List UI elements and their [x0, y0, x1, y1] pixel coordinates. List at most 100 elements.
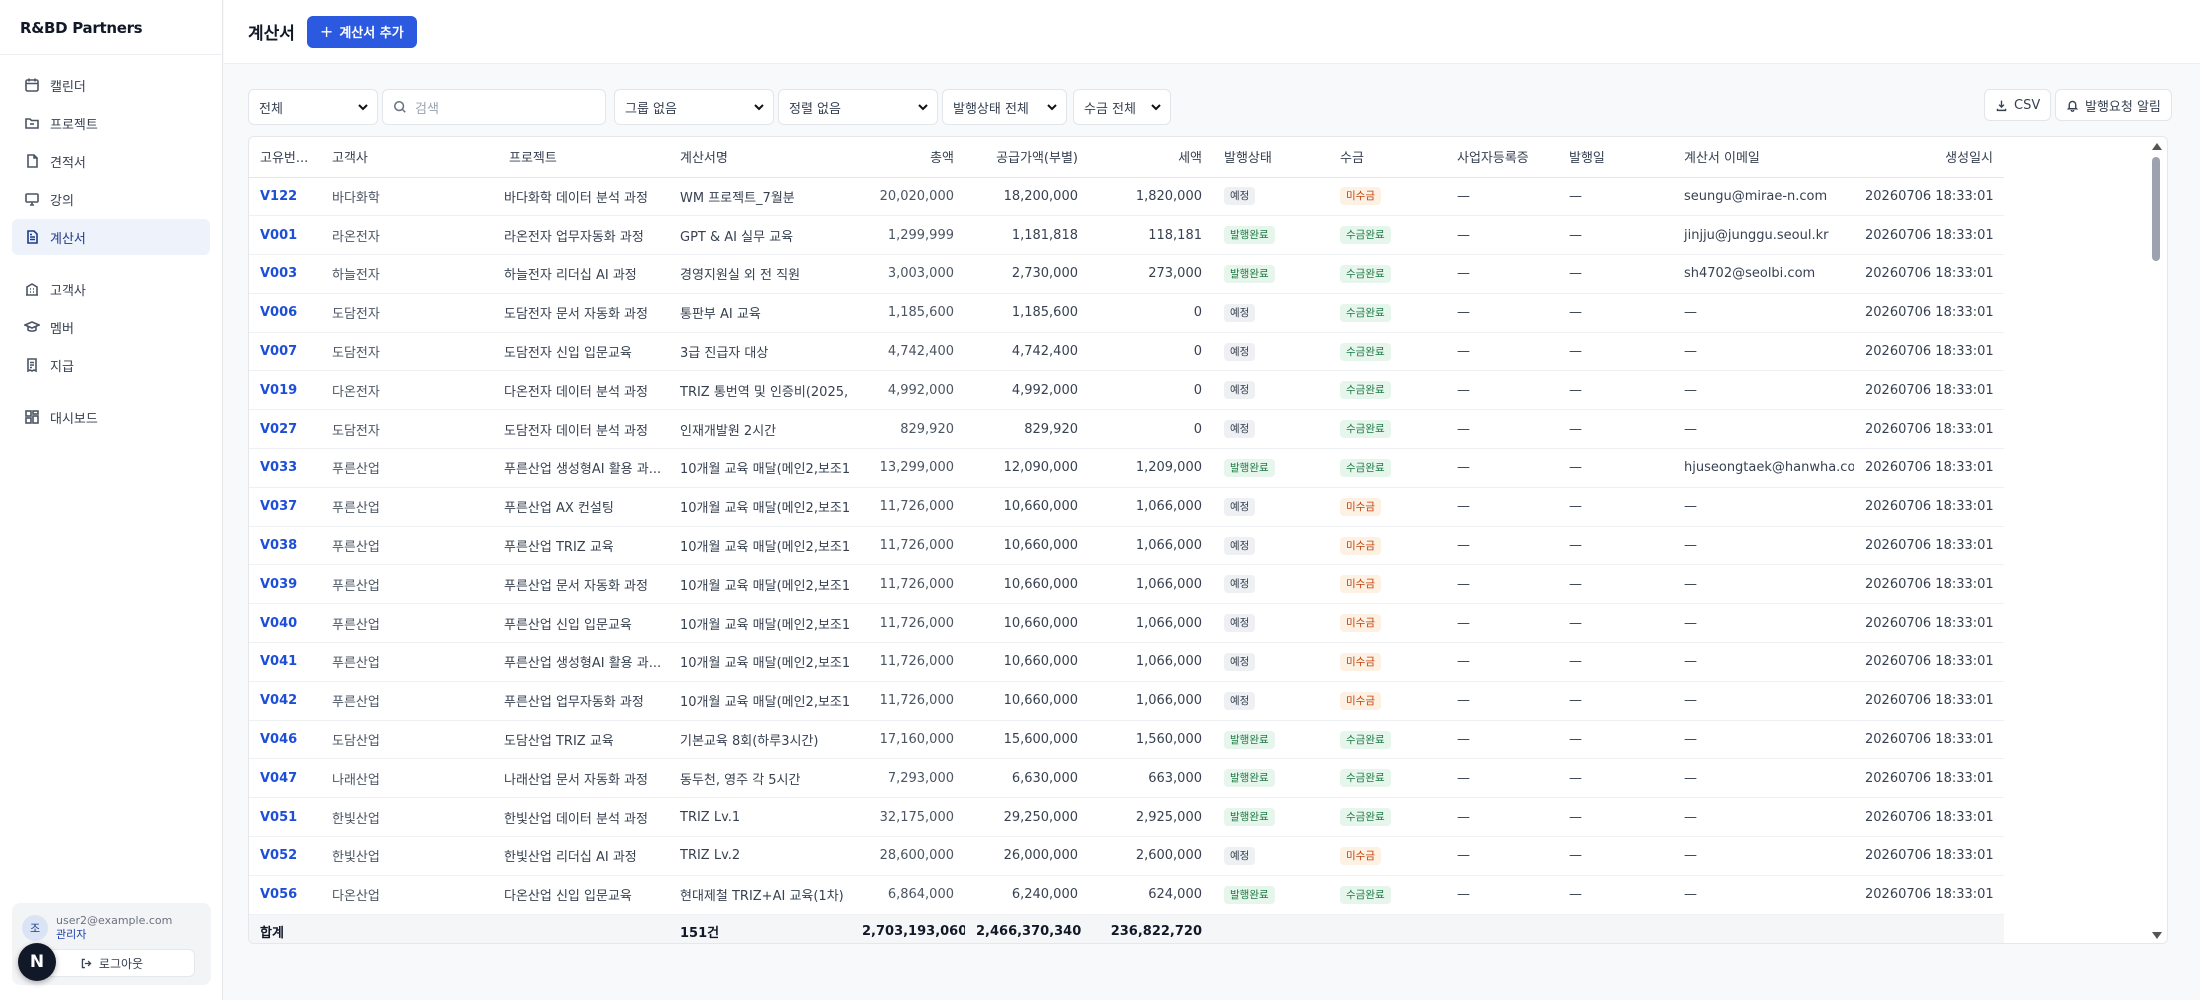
tax-cell: 1,066,000: [1089, 642, 1213, 682]
issue-request-notify-button[interactable]: 발행요청 알림: [2055, 89, 2172, 121]
table-row[interactable]: V006 도담전자 도담전자 문서 자동화 과정 통판부 AI 교육 1,185,600…: [249, 293, 2004, 333]
column-header[interactable]: 총액: [851, 137, 965, 178]
table-row[interactable]: V027 도담전자 도담전자 데이터 분석 과정 인재개발원 2시간 829,920 82…: [249, 409, 2004, 450]
issue-status-select[interactable]: 발행상태 전체: [942, 89, 1067, 125]
table-row[interactable]: V042 푸른산업 푸른산업 업무자동화 과정 10개월 교육 매달(메인2,보조1)…: [249, 681, 2004, 721]
vertical-scrollbar[interactable]: [2147, 137, 2167, 943]
add-invoice-button[interactable]: + 계산서 추가: [306, 15, 417, 48]
table-row[interactable]: V039 푸른산업 푸른산업 문서 자동화 과정 10개월 교육 매달(메인2,보조1…: [249, 564, 2004, 605]
table-row[interactable]: V019 다온전자 다온전자 데이터 분석 과정 TRIZ 통번역 및 인증비(202…: [249, 370, 2004, 411]
column-header[interactable]: 사업자등록증: [1446, 137, 1558, 178]
next-dev-badge[interactable]: N: [18, 943, 56, 981]
sort-select[interactable]: 정렬 없음: [778, 89, 938, 125]
status-badge: 발행완료: [1224, 769, 1275, 788]
invoice-email-cell: —: [1673, 564, 1854, 605]
collection-cell: 미수금: [1329, 836, 1446, 876]
invoice-id-link[interactable]: V039: [249, 564, 321, 605]
table-row[interactable]: V038 푸른산업 푸른산업 TRIZ 교육 10개월 교육 매달(메인2,보조1) 1…: [249, 526, 2004, 566]
client-cell: 다온산업: [321, 875, 493, 915]
table-row[interactable]: V046 도담산업 도담산업 TRIZ 교육 기본교육 8회(하루3시간) 17,160…: [249, 720, 2004, 760]
invoice-email-cell: —: [1673, 797, 1854, 838]
column-header[interactable]: 발행일: [1558, 137, 1673, 178]
table-row[interactable]: V001 라온전자 라온전자 업무자동화 과정 GPT & AI 실무 교육 1,299…: [249, 215, 2004, 256]
column-header[interactable]: 계산서 이메일: [1673, 137, 1854, 178]
supply-cell: 12,090,000: [965, 448, 1089, 488]
invoice-id-link[interactable]: V038: [249, 526, 321, 566]
invoice-email-cell: —: [1673, 409, 1854, 450]
table-row[interactable]: V037 푸른산업 푸른산업 AX 컨설팅 10개월 교육 매달(메인2,보조1) 11…: [249, 487, 2004, 527]
status-badge: 예정: [1224, 614, 1256, 633]
scrollbar-thumb[interactable]: [2152, 157, 2160, 261]
group-select[interactable]: 그룹 없음: [614, 89, 774, 125]
created-at-cell: 20260706 18:33:01: [1854, 293, 2004, 333]
total-cell: 6,864,000: [851, 875, 965, 915]
brand-logo: R&BD Partners: [0, 0, 222, 55]
collection-badge: 미수금: [1340, 652, 1381, 671]
invoice-id-link[interactable]: V037: [249, 487, 321, 527]
invoice-id-link[interactable]: V019: [249, 370, 321, 411]
invoice-id-link[interactable]: V056: [249, 875, 321, 915]
table-row[interactable]: V056 다온산업 다온산업 신입 입문교육 현대제철 TRIZ+AI 교육(1차) 6…: [249, 875, 2004, 915]
table-row[interactable]: V041 푸른산업 푸른산업 생성형AI 활용 과... 10개월 교육 매달(메인2…: [249, 642, 2004, 682]
column-header[interactable]: 공급가액(부별): [965, 137, 1089, 178]
invoice-id-link[interactable]: V001: [249, 215, 321, 256]
column-header[interactable]: 고유번...: [249, 137, 321, 178]
invoice-id-link[interactable]: V040: [249, 603, 321, 644]
column-header[interactable]: 생성일시: [1854, 137, 2004, 178]
invoice-id-link[interactable]: V047: [249, 758, 321, 799]
csv-export-button[interactable]: CSV: [1984, 89, 2052, 121]
invoice-id-link[interactable]: V033: [249, 448, 321, 488]
sidebar-item-clients[interactable]: 고객사: [12, 271, 210, 307]
column-header[interactable]: 수금: [1329, 137, 1446, 178]
invoice-id-link[interactable]: V006: [249, 293, 321, 333]
invoice-id-link[interactable]: V041: [249, 642, 321, 682]
sidebar-item-payments[interactable]: 지급: [12, 347, 210, 383]
table-row[interactable]: V122 바다화학 바다화학 데이터 분석 과정 WM 프로젝트_7월분 20,020,…: [249, 177, 2004, 217]
tax-cell: 624,000: [1089, 875, 1213, 915]
table-row[interactable]: V052 한빛산업 한빛산업 리더십 AI 과정 TRIZ Lv.2 28,600,00…: [249, 836, 2004, 876]
sidebar-item-projects[interactable]: 프로젝트: [12, 105, 210, 141]
business-cert-cell: —: [1446, 720, 1558, 760]
table-row[interactable]: V007 도담전자 도담전자 신입 입문교육 3급 진급자 대상 4,742,400 4,…: [249, 332, 2004, 372]
invoice-id-link[interactable]: V051: [249, 797, 321, 838]
table-row[interactable]: V033 푸른산업 푸른산업 생성형AI 활용 과... 10개월 교육 매달(메인2…: [249, 448, 2004, 488]
table-header-row: 고유번... 고객사 프로젝트 계산서명 총액 공급가액(부별) 세액 발행상태 수금 사업자등록…: [249, 137, 2004, 178]
column-header[interactable]: 세액: [1089, 137, 1213, 178]
collection-select-value: 수금 전체: [1084, 101, 1136, 117]
business-cert-cell: —: [1446, 836, 1558, 876]
column-header[interactable]: 프로젝트: [493, 137, 669, 178]
column-header[interactable]: 고객사: [321, 137, 493, 178]
invoice-id-link[interactable]: V027: [249, 409, 321, 450]
sidebar-item-dashboard[interactable]: 대시보드: [12, 399, 210, 435]
search-input[interactable]: 검색: [382, 89, 606, 125]
table-row[interactable]: V040 푸른산업 푸른산업 신입 입문교육 10개월 교육 매달(메인2,보조1) 1…: [249, 603, 2004, 644]
collection-select[interactable]: 수금 전체: [1073, 89, 1171, 125]
sidebar-item-members[interactable]: 멤버: [12, 309, 210, 345]
invoice-id-link[interactable]: V003: [249, 254, 321, 294]
table-row[interactable]: V003 하늘전자 하늘전자 리더십 AI 과정 경영지원실 외 전 직원 3,003,…: [249, 254, 2004, 294]
collection-badge: 수금완료: [1340, 730, 1391, 749]
invoice-id-link[interactable]: V007: [249, 332, 321, 372]
sidebar-item-quotes[interactable]: 견적서: [12, 143, 210, 179]
sidebar-item-invoices[interactable]: 계산서: [12, 219, 210, 255]
scroll-down-arrow-icon[interactable]: [2152, 932, 2162, 939]
project-cell: 한빛산업 리더십 AI 과정: [493, 836, 669, 876]
sidebar-item-label: 대시보드: [50, 411, 98, 427]
scope-select[interactable]: 전체: [248, 89, 378, 125]
client-cell: 하늘전자: [321, 254, 493, 294]
sidebar-item-calendar[interactable]: 캘린더: [12, 67, 210, 103]
nav-separator: [12, 257, 210, 271]
column-header[interactable]: 계산서명: [669, 137, 851, 178]
invoice-id-link[interactable]: V122: [249, 177, 321, 217]
invoice-id-link[interactable]: V042: [249, 681, 321, 721]
column-header[interactable]: 발행상태: [1213, 137, 1329, 178]
invoice-id-link[interactable]: V046: [249, 720, 321, 760]
table-row[interactable]: V047 나래산업 나래산업 문서 자동화 과정 동두천, 영주 각 5시간 7,293…: [249, 758, 2004, 799]
folder-icon: [24, 115, 40, 131]
sidebar-item-lectures[interactable]: 강의: [12, 181, 210, 217]
invoice-id-link[interactable]: V052: [249, 836, 321, 876]
scroll-up-arrow-icon[interactable]: [2152, 143, 2162, 150]
table-row[interactable]: V051 한빛산업 한빛산업 데이터 분석 과정 TRIZ Lv.1 32,175,00…: [249, 797, 2004, 838]
issue-status-cell: 예정: [1213, 603, 1329, 644]
client-cell: 푸른산업: [321, 642, 493, 682]
